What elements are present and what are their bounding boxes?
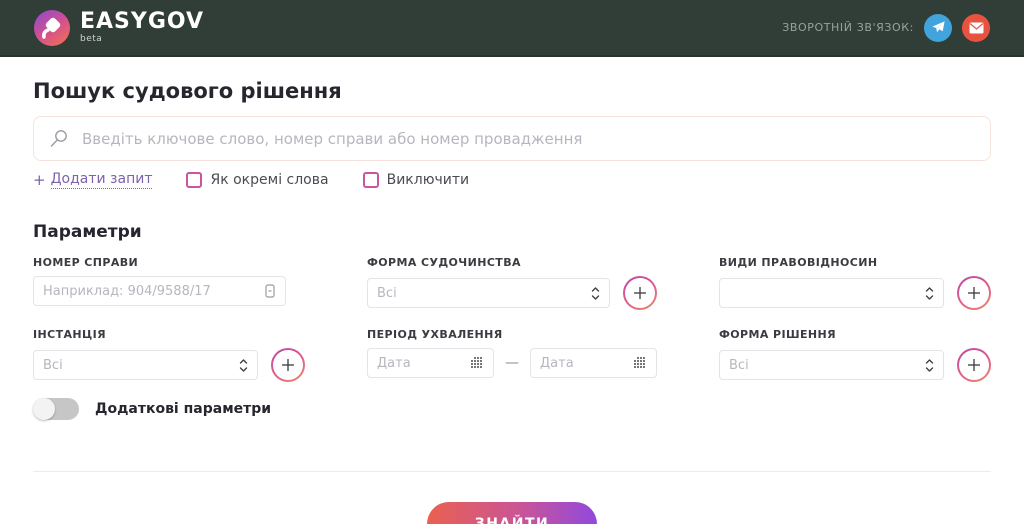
field-adoption-period: ПЕРІОД УХВАЛЕННЯ — xyxy=(367,328,657,382)
easygov-logo[interactable]: EASYGOV beta xyxy=(34,10,204,46)
search-icon xyxy=(48,128,70,150)
plus-icon xyxy=(967,358,981,372)
field-case-number: НОМЕР СПРАВИ xyxy=(33,256,305,310)
field-label: ІНСТАНЦІЯ xyxy=(33,328,305,341)
main-content: Пошук судового рішення + Додати запит Як… xyxy=(0,79,1024,524)
additional-params-row: Додаткові параметри xyxy=(33,398,991,420)
decision-form-select[interactable]: Всі xyxy=(719,350,944,380)
field-proceeding-form: ФОРМА СУДОЧИНСТВА Всі xyxy=(367,256,657,310)
input-mask-icon xyxy=(264,284,276,298)
feedback-label: ЗВОРОТНІЙ ЗВ'ЯЗОК: xyxy=(782,21,914,34)
section-divider xyxy=(33,471,991,472)
select-chevrons-icon xyxy=(239,358,248,373)
actions-row: ЗНАЙТИ xyxy=(33,502,991,524)
brand-name: EASYGOV xyxy=(80,11,204,33)
field-instance: ІНСТАНЦІЯ Всі xyxy=(33,328,305,382)
additional-params-label: Додаткові параметри xyxy=(95,401,271,417)
add-instance-button[interactable] xyxy=(271,348,305,382)
parameters-grid: НОМЕР СПРАВИ ФОРМА СУДОЧИНСТВА Всі xyxy=(33,256,991,382)
proceeding-form-select[interactable]: Всі xyxy=(367,278,610,308)
field-label: ФОРМА СУДОЧИНСТВА xyxy=(367,256,657,269)
app-header: EASYGOV beta ЗВОРОТНІЙ ЗВ'ЯЗОК: xyxy=(0,0,1024,57)
date-from-box xyxy=(367,348,494,378)
instance-select[interactable]: Всі xyxy=(33,350,258,380)
parameters-title: Параметри xyxy=(33,222,991,242)
legal-relations-select[interactable] xyxy=(719,278,944,308)
calendar-icon xyxy=(470,356,484,370)
add-decision-form-button[interactable] xyxy=(957,348,991,382)
select-chevrons-icon xyxy=(925,286,934,301)
keyword-search-input[interactable] xyxy=(82,130,976,148)
add-query-link[interactable]: + Додати запит xyxy=(33,171,152,189)
select-chevrons-icon xyxy=(925,358,934,373)
telegram-icon[interactable] xyxy=(924,14,952,42)
date-from-input[interactable] xyxy=(377,356,470,371)
page-title: Пошук судового рішення xyxy=(33,79,991,103)
date-to-box xyxy=(530,348,657,378)
feedback-area: ЗВОРОТНІЙ ЗВ'ЯЗОК: xyxy=(782,14,990,42)
add-proceeding-form-button[interactable] xyxy=(623,276,657,310)
keyword-search-box xyxy=(33,116,991,161)
checkbox-exclude[interactable]: Виключити xyxy=(363,172,470,188)
field-decision-form: ФОРМА РІШЕННЯ Всі xyxy=(719,328,991,382)
find-button[interactable]: ЗНАЙТИ xyxy=(427,502,597,524)
gavel-logo-icon xyxy=(34,10,70,46)
email-icon[interactable] xyxy=(962,14,990,42)
checkbox-icon[interactable] xyxy=(186,172,202,188)
plus-icon xyxy=(633,286,647,300)
plus-icon xyxy=(967,286,981,300)
brand-beta-tag: beta xyxy=(80,35,204,44)
query-options-row: + Додати запит Як окремі слова Виключити xyxy=(33,171,991,189)
checkbox-icon[interactable] xyxy=(363,172,379,188)
plus-icon: + xyxy=(33,171,46,189)
field-legal-relations: ВИДИ ПРАВОВІДНОСИН xyxy=(719,256,991,310)
case-number-input[interactable] xyxy=(43,284,264,299)
field-label: ВИДИ ПРАВОВІДНОСИН xyxy=(719,256,991,269)
checkbox-separate-words[interactable]: Як окремі слова xyxy=(186,172,328,188)
additional-params-toggle[interactable] xyxy=(33,398,79,420)
toggle-knob[interactable] xyxy=(33,398,55,420)
date-to-input[interactable] xyxy=(540,356,633,371)
field-label: НОМЕР СПРАВИ xyxy=(33,256,305,269)
field-label: ФОРМА РІШЕННЯ xyxy=(719,328,991,341)
select-chevrons-icon xyxy=(591,286,600,301)
field-label: ПЕРІОД УХВАЛЕННЯ xyxy=(367,328,657,341)
calendar-icon xyxy=(633,356,647,370)
case-number-box xyxy=(33,276,286,306)
add-legal-relations-button[interactable] xyxy=(957,276,991,310)
date-range-separator: — xyxy=(505,355,519,371)
plus-icon xyxy=(281,358,295,372)
